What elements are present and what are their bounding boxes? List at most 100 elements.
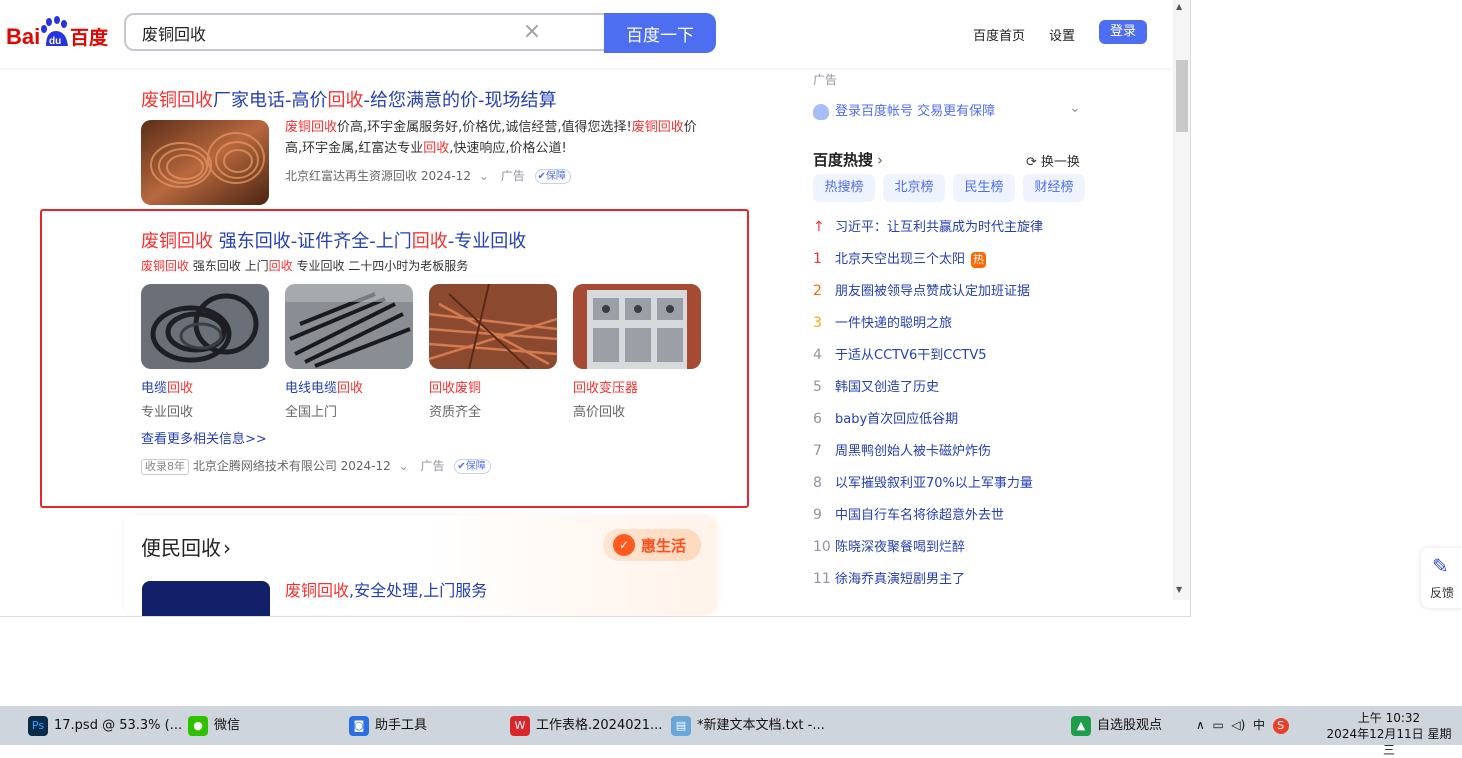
hot-search-item[interactable]: 8 以军摧毁叙利亚70%以上军事力量: [813, 472, 1033, 491]
category-hl: 回收: [573, 381, 600, 396]
refresh-button[interactable]: ⟳ 换一换: [1026, 151, 1080, 170]
tab-beijing[interactable]: 北京榜: [883, 174, 945, 202]
convenience-thumbnail[interactable]: [142, 581, 270, 616]
feedback-button[interactable]: ✎ 反馈: [1421, 548, 1462, 608]
scrap-copper-image[interactable]: [429, 284, 557, 369]
hot-search-title[interactable]: 百度热搜 ›: [813, 149, 883, 170]
taskbar-wps[interactable]: W 工作表格.2024021...: [510, 706, 662, 745]
taskbar-label: 工作表格.2024021...: [536, 718, 663, 733]
logo-text-cn: 百度: [70, 26, 109, 49]
login-prompt-text: 登录百度帐号 交易更有保障: [835, 104, 996, 119]
taskbar-notepad[interactable]: ▤ *新建文本文档.txt -...: [671, 706, 825, 745]
login-prompt[interactable]: 登录百度帐号 交易更有保障 ⌄: [813, 100, 1085, 122]
hot-search-text: 习近平：让互利共赢成为时代主旋律: [835, 220, 1044, 235]
convenience-title[interactable]: 便民回收 ›: [141, 532, 231, 561]
scroll-up-icon[interactable]: ▲: [1176, 2, 1182, 11]
hot-search-item[interactable]: 6 baby首次回应低谷期: [813, 408, 958, 427]
hot-search-item[interactable]: 9 中国自行车名将徐超意外去世: [813, 504, 1004, 523]
hot-search-text: 以军摧毁叙利亚70%以上军事力量: [835, 476, 1033, 491]
convenience-item-title[interactable]: 废铜回收,安全处理,上门服务: [285, 577, 487, 601]
network-icon: ▭: [1212, 718, 1224, 732]
tab-hot-search[interactable]: 热搜榜: [813, 174, 875, 202]
hot-search-item[interactable]: ↑ 习近平：让互利共赢成为时代主旋律: [813, 216, 1043, 235]
dropdown-icon[interactable]: ⌄: [399, 459, 409, 473]
baidu-logo[interactable]: Bai du 百度: [6, 16, 114, 50]
wire-cable-image[interactable]: [285, 284, 413, 369]
hot-search-item[interactable]: 3 一件快递的聪明之旅: [813, 312, 952, 331]
subtitle-text: 专业回收 二十四小时为老板服务: [292, 259, 469, 273]
convenience-title-text: 便民回收: [141, 536, 221, 560]
hot-search-text: 中国自行车名将徐超意外去世: [835, 508, 1005, 523]
photoshop-icon: Ps: [28, 715, 48, 736]
scrollbar-thumb[interactable]: [1176, 60, 1188, 132]
hot-rank: 11: [813, 571, 831, 587]
scroll-down-icon[interactable]: ▼: [1176, 585, 1182, 594]
taskbar-photoshop[interactable]: Ps 17.psd @ 53.3% (...: [28, 706, 182, 745]
result1-thumbnail[interactable]: [141, 120, 269, 205]
hot-rank: 9: [813, 507, 822, 523]
hot-search-item[interactable]: 2 朋友圈被领导点赞成认定加班证据: [813, 280, 1030, 299]
result2-meta: 收录8年 北京企腾网络技术有限公司 2024-12 ⌄ 广告 ✔保障: [141, 457, 491, 475]
taskbar-clock[interactable]: 上午 10:32 2024年12月11日 星期三: [1324, 710, 1454, 758]
hot-search-item[interactable]: 1 北京天空出现三个太阳热: [813, 248, 987, 268]
result1-desc-line: 废铜回收价高,环宇金属服务好,价格优,诚信经营,值得您选择!废铜回收价: [285, 117, 705, 138]
desc-hl: 废铜回收: [631, 120, 684, 135]
refresh-icon: ⟳: [1026, 155, 1037, 170]
huishenghuo-label: 惠生活: [641, 537, 687, 555]
tab-finance[interactable]: 财经榜: [1023, 174, 1085, 202]
dropdown-icon[interactable]: ⌄: [479, 169, 489, 183]
see-more-link[interactable]: 查看更多相关信息>>: [141, 428, 267, 447]
baidu-home-link[interactable]: 百度首页: [973, 25, 1025, 44]
guarantee-badge[interactable]: ✔保障: [534, 169, 571, 184]
hot-search-item[interactable]: 7 周黑鸭创始人被卡磁炉炸伤: [813, 440, 991, 459]
search-input[interactable]: [140, 15, 514, 51]
huishenghuo-badge[interactable]: ✓ 惠生活: [603, 529, 701, 561]
category-scrap-copper[interactable]: 回收废铜: [429, 377, 481, 396]
clock-date: 2024年12月11日 星期三: [1326, 727, 1452, 757]
clock-time: 上午 10:32: [1357, 711, 1421, 725]
result2-title-hl: 废铜回收: [141, 231, 213, 252]
hot-search-text: 于适从CCTV6干到CCTV5: [835, 348, 987, 363]
volume-icon: ◁): [1231, 718, 1246, 732]
taskbar-helper[interactable]: ◙ 助手工具: [349, 706, 427, 745]
top-pin-icon: ↑: [813, 219, 825, 235]
login-button[interactable]: 登录: [1099, 20, 1147, 44]
taskbar-label: *新建文本文档.txt -...: [697, 718, 825, 733]
hot-search-text: 一件快递的聪明之旅: [835, 316, 953, 331]
tray-icons[interactable]: ∧ ▭ ◁) 中 S: [1196, 706, 1295, 745]
sidebar-ad-label: 广告: [813, 73, 838, 87]
result2-source[interactable]: 北京企腾网络技术有限公司 2024-12: [193, 459, 391, 473]
taskbar-label: 自选股观点: [1097, 718, 1163, 733]
hot-search-item[interactable]: 10 陈晓深夜聚餐喝到烂醉: [813, 536, 965, 555]
guarantee-badge[interactable]: ✔保障: [454, 459, 491, 474]
clear-icon[interactable]: ×: [520, 20, 544, 44]
settings-link[interactable]: 设置: [1049, 25, 1075, 44]
taskbar-wechat[interactable]: ● 微信: [188, 706, 240, 745]
guarantee-label: 保障: [465, 461, 486, 472]
result1-source[interactable]: 北京红富达再生资源回收 2024-12: [285, 169, 471, 183]
desc-text: 价: [683, 120, 697, 135]
hot-search-item[interactable]: 11 徐海乔真演短剧男主了: [813, 568, 965, 587]
category-text: 电线电缆: [285, 381, 338, 396]
hot-rank: 10: [813, 539, 831, 555]
chevron-down-icon[interactable]: ⌄: [1069, 100, 1081, 116]
helper-icon: ◙: [349, 715, 369, 736]
search-button[interactable]: 百度一下: [604, 13, 716, 53]
category-hl: 废铜: [455, 381, 482, 396]
hot-search-item[interactable]: 4 于适从CCTV6干到CCTV5: [813, 344, 987, 363]
hot-search-text: 北京天空出现三个太阳: [835, 252, 966, 267]
chevron-right-icon: ›: [877, 151, 884, 169]
tab-livelihood[interactable]: 民生榜: [953, 174, 1015, 202]
taskbar-stock[interactable]: ▲ 自选股观点: [1071, 706, 1162, 745]
result1-title[interactable]: 废铜回收厂家电话-高价回收-给您满意的价-现场结算: [141, 86, 557, 112]
category-wire-cable[interactable]: 电线电缆回收: [285, 377, 363, 396]
hot-search-item[interactable]: 5 韩国又创造了历史: [813, 376, 939, 395]
category-cable[interactable]: 电缆回收: [141, 377, 193, 396]
result2-title[interactable]: 废铜回收 强东回收-证件齐全-上门回收-专业回收: [141, 227, 526, 253]
cable-image[interactable]: [141, 284, 269, 369]
category-transformer[interactable]: 回收变压器: [573, 377, 638, 396]
subtitle-hl: 废铜回收: [141, 259, 190, 273]
pen-icon: ✎: [1432, 554, 1449, 578]
category-text: 电缆: [141, 381, 168, 396]
transformer-image[interactable]: [573, 284, 701, 369]
